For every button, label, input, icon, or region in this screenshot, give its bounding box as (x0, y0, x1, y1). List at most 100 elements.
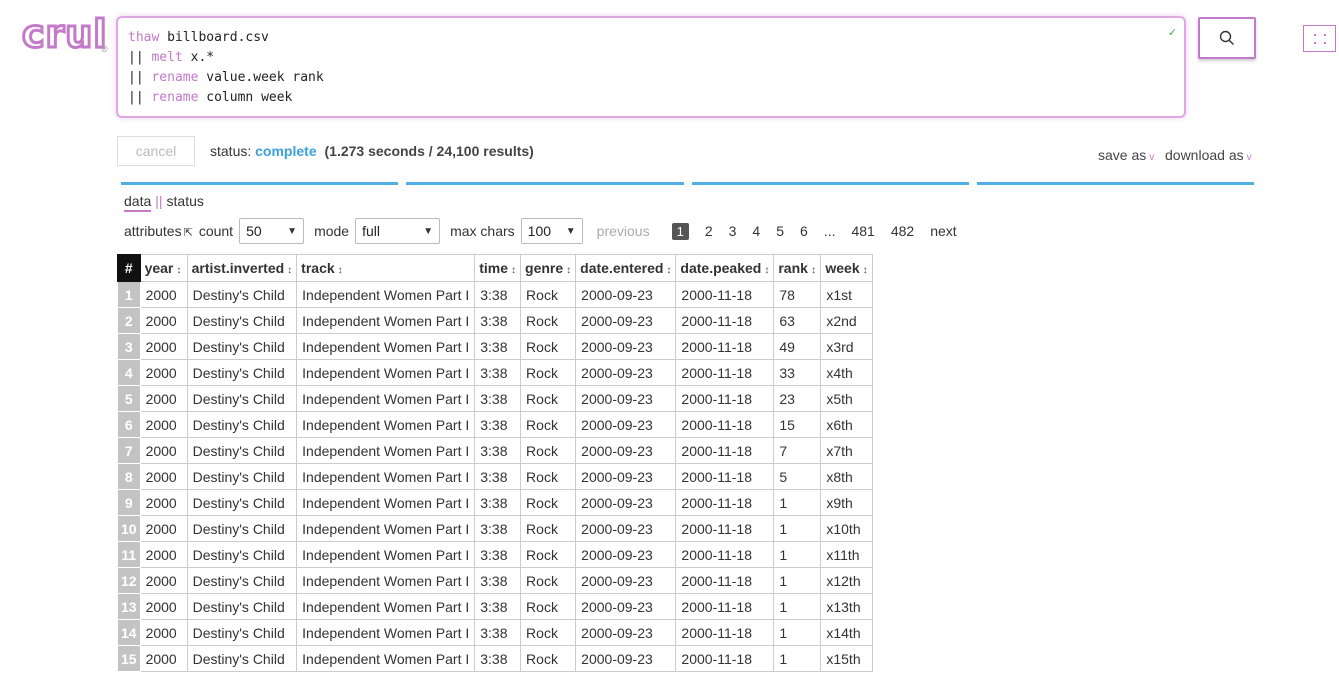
pager-page-482[interactable]: 482 (891, 223, 914, 239)
pager-page-1[interactable]: 1 (671, 222, 689, 240)
table-row[interactable]: 10 2000 Destiny's Child Independent Women P… (117, 515, 873, 542)
pagination: previous 1 2 3 4 5 6... 481 482 next (597, 222, 965, 240)
crul-logo[interactable]: crul ® (20, 11, 108, 58)
query-pipe: || (128, 90, 152, 105)
max-chars-select[interactable]: 100 ▼ (520, 218, 583, 244)
table-row[interactable]: 1 2000 Destiny's Child Independent Women Pa… (117, 281, 873, 308)
query-keyword: || rename (128, 90, 198, 105)
download-as-dropdown[interactable]: download as v (1165, 147, 1252, 163)
column-header-year[interactable]: year ↕ (139, 254, 188, 282)
column-header-date-entered[interactable]: date.entered ↕ (575, 254, 677, 282)
cell-genre: Rock (520, 489, 577, 516)
cell-date-entered: 2000-09-23 (575, 541, 677, 568)
query-args: x.* (182, 50, 215, 65)
column-header-week[interactable]: week ↕ (820, 254, 873, 282)
column-header-track[interactable]: track ↕ (296, 254, 476, 282)
pager-page-6[interactable]: 6 (800, 223, 808, 239)
table-row[interactable]: 9 2000 Destiny's Child Independent Women Pa… (117, 489, 873, 516)
cell-date-entered: 2000-09-23 (575, 619, 677, 646)
pager-page-3[interactable]: 3 (729, 223, 737, 239)
table-row[interactable]: 3 2000 Destiny's Child Independent Women Pa… (117, 333, 873, 360)
row-index: 3 (117, 333, 141, 360)
cell-time: 3:38 (474, 463, 522, 490)
count-select[interactable]: 50 ▼ (239, 218, 305, 244)
query-editor[interactable]: ✓ thaw billboard.csv || melt x.* || rena… (116, 16, 1186, 118)
cell-artist-inverted: Destiny's Child (186, 645, 298, 672)
cell-date-peaked: 2000-11-18 (675, 437, 775, 464)
cell-year: 2000 (139, 411, 188, 438)
column-header-artist-inverted[interactable]: artist.inverted ↕ (186, 254, 298, 282)
cell-artist-inverted: Destiny's Child (186, 411, 298, 438)
column-header-time[interactable]: time ↕ (474, 254, 522, 282)
cell-date-peaked: 2000-11-18 (675, 567, 775, 594)
table-row[interactable]: 6 2000 Destiny's Child Independent Women Pa… (117, 411, 873, 438)
cell-week: x2nd (820, 307, 873, 334)
table-row[interactable]: 4 2000 Destiny's Child Independent Women Pa… (117, 359, 873, 386)
cell-date-entered: 2000-09-23 (575, 463, 677, 490)
expand-button[interactable] (1303, 25, 1336, 52)
cancel-button[interactable]: cancel (117, 136, 195, 166)
cell-genre: Rock (520, 437, 577, 464)
query-line-3: || rename value.week rank (128, 68, 1174, 88)
cell-track: Independent Women Part I (296, 333, 476, 360)
chevron-down-icon: ▼ (565, 225, 576, 237)
progress-segment-4 (977, 182, 1254, 185)
query-keyword: || rename (128, 70, 198, 85)
mode-select[interactable]: full ▼ (355, 218, 441, 244)
run-query-button[interactable] (1198, 17, 1256, 59)
cell-genre: Rock (520, 359, 577, 386)
column-header-label: week (825, 260, 860, 276)
pager-page-4[interactable]: 4 (752, 223, 760, 239)
table-row[interactable]: 12 2000 Destiny's Child Independent Women P… (117, 567, 873, 594)
cell-genre: Rock (520, 307, 577, 334)
table-row[interactable]: 7 2000 Destiny's Child Independent Women Pa… (117, 437, 873, 464)
cell-rank: 1 (773, 619, 822, 646)
pager-previous[interactable]: previous (597, 223, 650, 239)
cell-track: Independent Women Part I (296, 567, 476, 594)
chevron-down-icon: ▼ (287, 225, 298, 237)
table-row[interactable]: 2 2000 Destiny's Child Independent Women Pa… (117, 307, 873, 334)
download-as-label: download as (1165, 147, 1244, 163)
query-args: billboard.csv (159, 30, 269, 45)
cell-date-peaked: 2000-11-18 (675, 333, 775, 360)
table-row[interactable]: 13 2000 Destiny's Child Independent Women P… (117, 593, 873, 620)
cell-track: Independent Women Part I (296, 645, 476, 672)
cell-artist-inverted: Destiny's Child (186, 619, 298, 646)
table-row[interactable]: 14 2000 Destiny's Child Independent Women P… (117, 619, 873, 646)
query-pipe: || (128, 70, 152, 85)
cell-year: 2000 (139, 281, 188, 308)
cell-time: 3:38 (474, 567, 522, 594)
cell-time: 3:38 (474, 411, 522, 438)
progress-segment-3 (692, 182, 969, 185)
cell-rank: 5 (773, 463, 822, 490)
pager-next[interactable]: next (930, 223, 956, 239)
query-keyword: || melt (128, 50, 183, 65)
row-index: 13 (117, 593, 141, 620)
pager-page-5[interactable]: 5 (776, 223, 784, 239)
column-header-genre[interactable]: genre ↕ (520, 254, 577, 282)
column-header-date-peaked[interactable]: date.peaked ↕ (675, 254, 775, 282)
save-as-dropdown[interactable]: save as v (1098, 147, 1154, 163)
tab-status[interactable]: status (167, 193, 204, 209)
cell-rank: 23 (773, 385, 822, 412)
column-header-rank[interactable]: rank ↕ (773, 254, 822, 282)
cell-time: 3:38 (474, 515, 522, 542)
query-command: rename (151, 70, 199, 85)
sort-icon: ↕ (337, 265, 343, 276)
cell-week: x9th (820, 489, 873, 516)
cell-track: Independent Women Part I (296, 307, 476, 334)
column-header-label: date.entered (580, 260, 664, 276)
table-row[interactable]: 15 2000 Destiny's Child Independent Women P… (117, 645, 873, 672)
cell-rank: 1 (773, 541, 822, 568)
status-label: status: (210, 143, 252, 159)
table-row[interactable]: 11 2000 Destiny's Child Independent Women P… (117, 541, 873, 568)
pager-page-481[interactable]: 481 (851, 223, 874, 239)
cell-week: x3rd (820, 333, 873, 360)
pager-page-2[interactable]: 2 (705, 223, 713, 239)
attributes-toggle[interactable]: attributes ⇱ (124, 223, 193, 239)
table-row[interactable]: 8 2000 Destiny's Child Independent Women Pa… (117, 463, 873, 490)
cell-date-peaked: 2000-11-18 (675, 541, 775, 568)
cell-date-entered: 2000-09-23 (575, 645, 677, 672)
tab-data[interactable]: data (124, 193, 152, 212)
table-row[interactable]: 5 2000 Destiny's Child Independent Women Pa… (117, 385, 873, 412)
